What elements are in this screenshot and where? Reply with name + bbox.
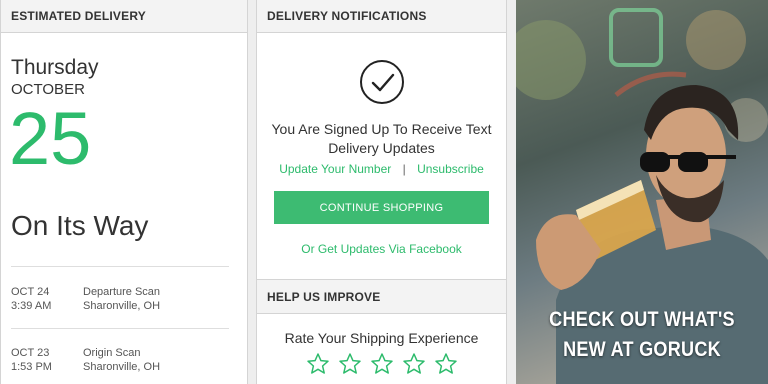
divider [11,266,229,267]
star-icon[interactable] [306,352,330,376]
scan-date: OCT 24 3:39 AM [11,286,52,312]
facebook-updates-link[interactable]: Or Get Updates Via Facebook [257,242,506,256]
help-us-improve-header: HELP US IMPROVE [257,280,506,314]
star-icon[interactable] [338,352,362,376]
help-section: HELP US IMPROVE [257,279,506,314]
star-icon[interactable] [402,352,426,376]
delivery-notifications-panel: DELIVERY NOTIFICATIONS You Are Signed Up… [256,0,507,384]
continue-shopping-button[interactable]: CONTINUE SHOPPING [274,191,489,224]
star-icon[interactable] [434,352,458,376]
scan-date: OCT 23 1:53 PM [11,347,52,373]
link-separator: | [402,162,406,176]
unsubscribe-link[interactable]: Unsubscribe [417,162,484,176]
promo-photo[interactable]: CHECK OUT WHAT'S NEW AT GORUCK [516,0,768,384]
delivery-status: On Its Way [11,210,149,241]
checkmark-circle-icon [360,60,404,104]
divider [11,328,229,329]
update-number-link[interactable]: Update Your Number [279,162,391,176]
rating-stars [257,352,506,376]
promo-headline[interactable]: CHECK OUT WHAT'S NEW AT GORUCK [534,305,751,365]
scan-event: Departure Scan Sharonville, OH [83,286,161,312]
scan-event: Origin Scan Sharonville, OH [83,347,161,373]
delivery-day: 25 [9,97,92,180]
delivery-weekday: Thursday [11,56,99,79]
star-icon[interactable] [370,352,394,376]
notification-links: Update Your Number | Unsubscribe [257,162,506,176]
estimated-delivery-panel: ESTIMATED DELIVERY Thursday OCTOBER 25 O… [0,0,248,384]
estimated-delivery-header: ESTIMATED DELIVERY [1,0,247,33]
delivery-notifications-header: DELIVERY NOTIFICATIONS [257,0,506,33]
signup-message: You Are Signed Up To Receive Text Delive… [271,121,492,156]
rate-label: Rate Your Shipping Experience [284,330,479,346]
